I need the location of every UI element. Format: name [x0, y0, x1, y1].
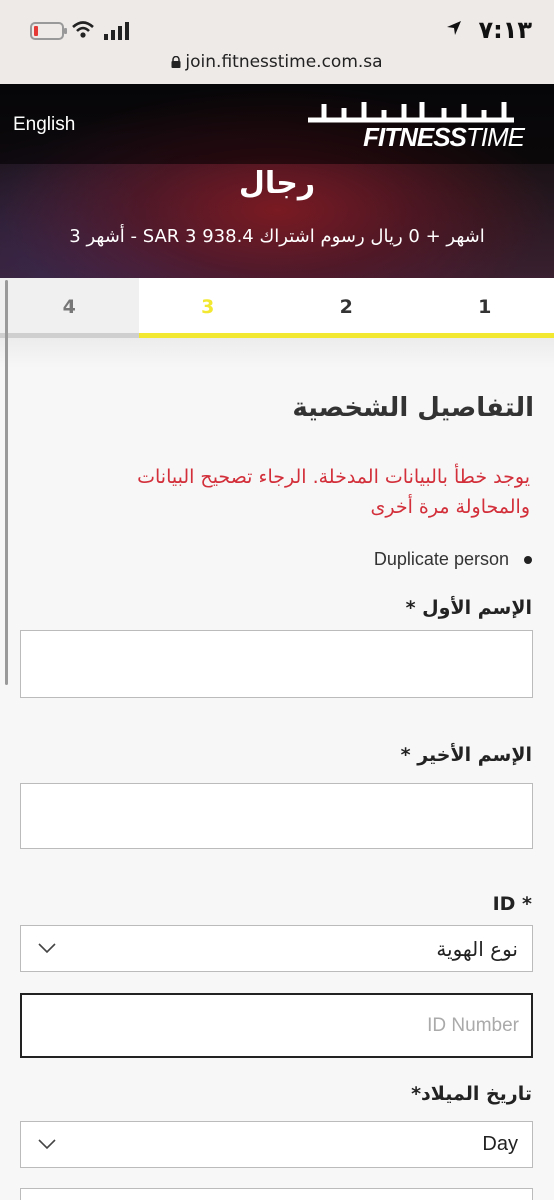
browser-chrome: ٧:١٣ join.fitnesstime.com.sa	[0, 0, 554, 84]
id-number-placeholder: ID Number	[427, 1015, 519, 1036]
step-4[interactable]: 4	[0, 278, 139, 338]
last-name-label: الإسم الأخير *	[400, 744, 532, 766]
plan-price: 3 أشهر - SAR 3 938.4 اشهر + 0 ريال رسوم …	[69, 226, 485, 247]
status-bar: ٧:١٣	[0, 10, 554, 50]
signal-icon	[104, 22, 129, 40]
address-bar[interactable]: join.fitnesstime.com.sa	[0, 52, 554, 72]
battery-icon	[30, 22, 67, 40]
step-indicator: 1 2 3 4	[0, 278, 554, 338]
logo-arabic-wordmark	[308, 102, 514, 123]
last-name-input[interactable]	[20, 783, 533, 849]
plan-title: رجال	[238, 166, 316, 201]
step-1[interactable]: 1	[415, 278, 554, 338]
id-type-value: نوع الهوية	[436, 937, 518, 961]
dob-day-select[interactable]: Day	[20, 1121, 533, 1168]
hero-banner: English FITNESSTIME رجال 3 أشهر - SAR 3 …	[0, 84, 554, 278]
bullet-icon	[524, 556, 532, 564]
section-title: التفاصيل الشخصية	[292, 393, 534, 423]
next-field[interactable]	[20, 1188, 533, 1200]
first-name-label: الإسم الأول *	[405, 597, 532, 619]
wifi-icon	[72, 21, 94, 38]
language-switch-link[interactable]: English	[13, 114, 75, 136]
dob-label: تاريخ الميلاد*	[411, 1083, 532, 1105]
first-name-input[interactable]	[20, 630, 533, 698]
scrollbar[interactable]	[5, 280, 8, 685]
divider	[0, 338, 554, 368]
site-header: English FITNESSTIME	[0, 84, 554, 164]
fitness-time-logo[interactable]: FITNESSTIME	[294, 98, 525, 156]
error-item: Duplicate person	[373, 549, 509, 569]
chevron-down-icon	[38, 943, 56, 954]
dob-day-value: Day	[482, 1133, 518, 1155]
error-message: يوجد خطأ بالبيانات المدخلة. الرجاء تصحيح…	[137, 466, 530, 518]
id-label: * ID	[492, 893, 532, 915]
id-number-input[interactable]: ID Number	[20, 993, 533, 1058]
clock: ٧:١٣	[478, 16, 532, 44]
logo-english-wordmark: FITNESSTIME	[363, 122, 525, 152]
id-type-select[interactable]: نوع الهوية	[20, 925, 533, 972]
step-3[interactable]: 3	[138, 278, 277, 338]
location-arrow-icon	[447, 21, 461, 35]
lock-icon	[171, 56, 181, 68]
url-text: join.fitnesstime.com.sa	[185, 52, 383, 72]
chevron-down-icon	[38, 1139, 56, 1150]
step-2[interactable]: 2	[277, 278, 416, 338]
